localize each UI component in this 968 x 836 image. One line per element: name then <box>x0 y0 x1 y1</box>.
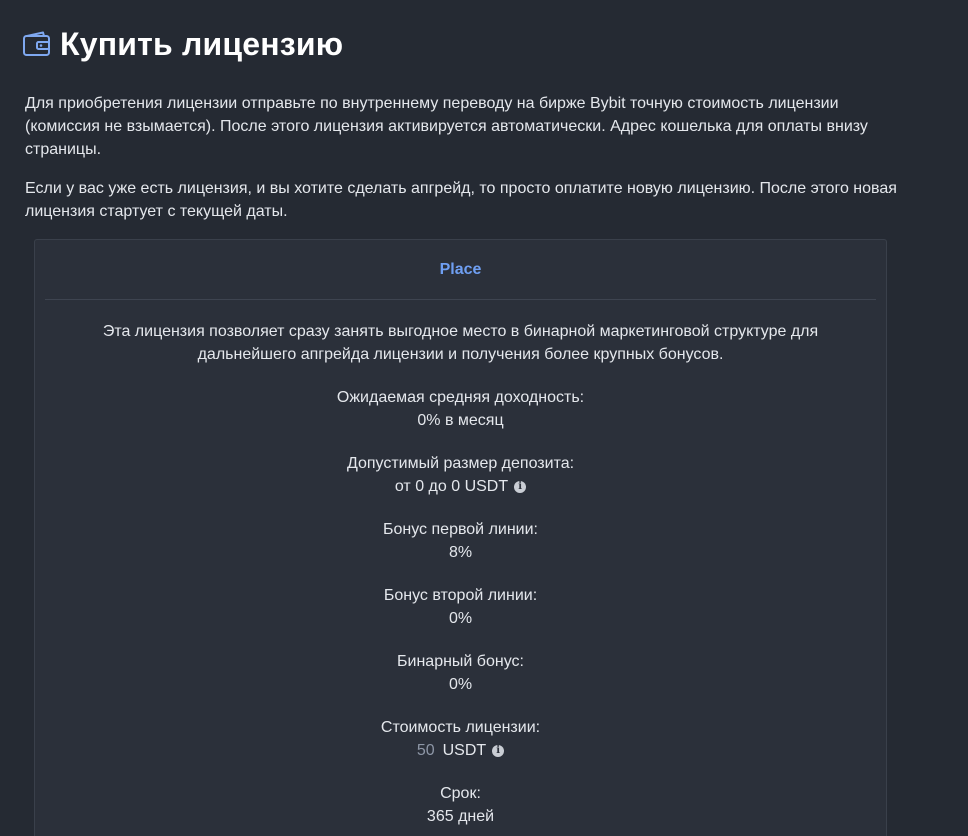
stat-second-line: Бонус второй линии: 0% <box>35 584 886 630</box>
license-card: Place Эта лицензия позволяет сразу занят… <box>34 239 887 836</box>
license-name: Place <box>439 260 482 278</box>
stat-deposit-value: от 0 до 0 USDT <box>394 478 509 495</box>
stat-price-row: 50 USDT i <box>35 739 886 762</box>
stat-term-label: Срок: <box>440 785 481 802</box>
stat-term-value: 365 дней <box>426 808 495 825</box>
stat-yield-label: Ожидаемая средняя доходность: <box>336 389 585 406</box>
stat-deposit-label: Допустимый размер депозита: <box>346 455 575 472</box>
buy-license-page: Купить лицензию Для приобретения лицензи… <box>0 0 968 836</box>
page-title: Купить лицензию <box>60 26 344 62</box>
info-icon[interactable]: i <box>492 744 505 757</box>
stat-yield-value: 0% в месяц <box>417 412 504 429</box>
stat-deposit-row: от 0 до 0 USDT i <box>35 475 886 498</box>
stat-price: Стоимость лицензии: 50 USDT i <box>35 716 886 762</box>
license-card-header: Place <box>45 240 876 300</box>
stat-first-line-value: 8% <box>448 544 473 561</box>
info-icon[interactable]: i <box>514 480 527 493</box>
stat-deposit: Допустимый размер депозита: от 0 до 0 US… <box>35 452 886 498</box>
stat-binary-label: Бинарный бонус: <box>397 653 524 670</box>
stat-binary-value: 0% <box>448 676 473 693</box>
stat-term: Срок: 365 дней <box>35 782 886 828</box>
stat-binary: Бинарный бонус: 0% <box>35 650 886 696</box>
stat-price-label: Стоимость лицензии: <box>380 719 541 736</box>
stat-yield: Ожидаемая средняя доходность: 0% в месяц <box>35 386 886 432</box>
stat-first-line: Бонус первой линии: 8% <box>35 518 886 564</box>
stat-first-line-label: Бонус первой линии: <box>383 521 538 538</box>
intro-paragraph-upgrade: Если у вас уже есть лицензия, и вы хотит… <box>25 180 897 220</box>
price-amount: 50 <box>416 742 435 759</box>
price-currency: USDT <box>442 742 487 759</box>
stat-second-line-value: 0% <box>448 610 473 627</box>
page-header: Купить лицензию <box>22 26 343 63</box>
license-description: Эта лицензия позволяет сразу занять выго… <box>102 323 819 363</box>
wallet-icon <box>22 31 52 59</box>
intro-paragraph-payment: Для приобретения лицензии отправьте по в… <box>25 95 868 158</box>
stat-second-line-label: Бонус второй линии: <box>383 587 538 604</box>
